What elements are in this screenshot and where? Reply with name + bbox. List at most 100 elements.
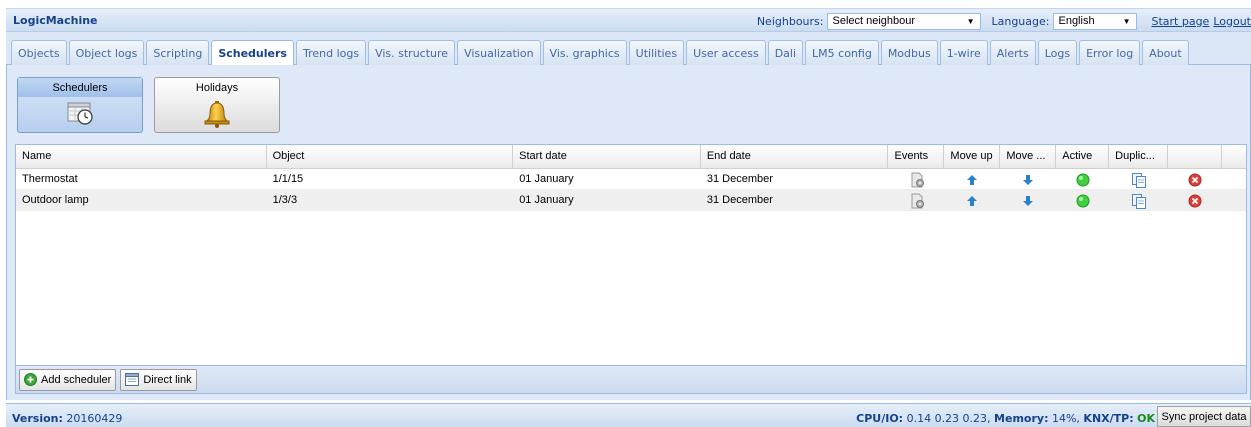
column-header-spacer [1222,145,1246,169]
arrow-up-icon[interactable] [966,195,978,207]
cell-events [889,190,945,211]
sync-project-data-button[interactable]: Sync project data [1157,406,1251,427]
tab-objects[interactable]: Objects [11,40,67,65]
events-icon[interactable] [909,193,925,209]
holidays-mode-label: Holidays [195,82,239,94]
language-select[interactable]: English ▼ [1053,12,1138,30]
tab-label: About [1149,46,1182,60]
schedulers-mode-button[interactable]: Schedulers [17,77,143,133]
tab-label: Alerts [996,46,1029,60]
tab-vis-graphics[interactable]: Vis. graphics [542,40,627,65]
grid-toolbar: Add scheduler Direct link [15,366,1247,394]
direct-link-label: Direct link [143,373,192,386]
version-info: Version: 20160429 [12,412,122,425]
tab-label: Logs [1044,46,1071,60]
tab-object-logs[interactable]: Object logs [68,40,145,65]
tab-scripting[interactable]: Scripting [146,40,210,65]
tab-lm5-config[interactable]: LM5 config [805,40,879,65]
column-header-name[interactable]: Name [16,145,267,169]
neighbour-select[interactable]: Select neighbour ▼ [827,12,982,30]
tab-1-wire[interactable]: 1-wire [939,40,988,65]
logout-link[interactable]: Logout [1213,15,1251,28]
holidays-mode-button[interactable]: Holidays [154,77,280,133]
cell-move-up [945,169,1001,190]
add-scheduler-button[interactable]: Add scheduler [19,368,117,391]
start-page-link[interactable]: Start page [1151,15,1209,28]
tab-logs[interactable]: Logs [1037,40,1078,65]
tab-label: 1-wire [946,46,981,60]
active-status-icon[interactable] [1076,194,1090,208]
schedulers-grid: Name Object Start date End date Events M… [15,144,1247,366]
app-title: LogicMachine [13,14,98,27]
cell-start-date: 01 January [519,194,574,206]
tab-schedulers[interactable]: Schedulers [211,40,294,66]
neighbour-select-value: Select neighbour [832,15,916,27]
tab-utilities[interactable]: Utilities [628,40,685,65]
version-value: 20160429 [66,412,123,425]
cell-active [1056,169,1109,190]
bell-icon [202,100,232,131]
direct-link-button[interactable]: Direct link [120,368,197,391]
active-status-icon[interactable] [1076,173,1090,187]
tab-label: Utilities [635,46,678,60]
duplicate-icon[interactable] [1131,172,1147,188]
tab-label: Object logs [75,46,138,60]
knx-status: OK [1137,412,1155,425]
tab-alerts[interactable]: Alerts [989,40,1036,65]
tab-label: Schedulers [218,47,287,60]
tab-error-log[interactable]: Error log [1079,40,1141,65]
cell-start-date: 01 January [519,173,574,185]
tab-modbus[interactable]: Modbus [880,40,938,65]
tab-label: Scripting [153,46,203,60]
column-header-events[interactable]: Events [888,145,945,169]
column-header-start-date[interactable]: Start date [513,145,701,169]
arrow-down-icon[interactable] [1022,195,1034,207]
column-header-move-up[interactable]: Move up [944,145,1001,169]
window-icon [125,373,140,386]
column-header-object[interactable]: Object [267,145,514,169]
duplicate-icon[interactable] [1131,193,1147,209]
memory-label: Memory: [994,412,1049,425]
column-header-active[interactable]: Active [1056,145,1110,169]
tab-label: User access [693,46,759,60]
table-row[interactable]: Thermostat 1/1/15 01 January 31 December [16,169,1246,190]
tab-user-access[interactable]: User access [686,40,766,65]
delete-icon[interactable] [1188,194,1202,208]
cell-name: Outdoor lamp [22,194,89,206]
cell-delete [1168,169,1222,190]
cell-name: Thermostat [22,173,78,185]
tab-label: Dali [774,46,797,60]
column-header-move-down[interactable]: Move ... [1000,145,1057,169]
tab-label: LM5 config [812,46,872,60]
main-panel: Schedulers Holidays Name Object Start da… [6,65,1251,400]
cell-duplicate [1109,190,1168,211]
table-row[interactable]: Outdoor lamp 1/3/3 01 January 31 Decembe… [16,190,1246,211]
column-header-duplicate[interactable]: Duplic... [1109,145,1169,169]
cell-active [1056,190,1109,211]
tab-visualization[interactable]: Visualization [457,40,541,65]
tab-label: Objects [18,46,60,60]
knx-label: KNX/TP: [1083,412,1134,425]
dropdown-arrow-icon: ▼ [1122,16,1131,26]
cell-move-down [1000,190,1056,211]
cell-end-date: 31 December [706,194,773,206]
events-icon[interactable] [909,172,925,188]
delete-icon[interactable] [1188,173,1202,187]
tab-trend-logs[interactable]: Trend logs [295,40,367,65]
tab-vis-structure[interactable]: Vis. structure [368,40,456,65]
cell-spacer [1222,169,1246,190]
column-header-delete [1168,145,1223,169]
tab-about[interactable]: About [1142,40,1189,65]
cell-move-down [1000,169,1056,190]
tab-label: Modbus [887,46,931,60]
arrow-up-icon[interactable] [966,174,978,186]
cell-duplicate [1109,169,1168,190]
tab-dali[interactable]: Dali [767,40,804,65]
app-window: LogicMachine Neighbours: Select neighbou… [0,0,1251,427]
language-label: Language: [991,14,1050,28]
column-header-end-date[interactable]: End date [701,145,889,169]
add-icon [24,373,37,386]
arrow-down-icon[interactable] [1022,174,1034,186]
cell-delete [1168,190,1222,211]
cpu-label: CPU/IO: [856,412,904,425]
